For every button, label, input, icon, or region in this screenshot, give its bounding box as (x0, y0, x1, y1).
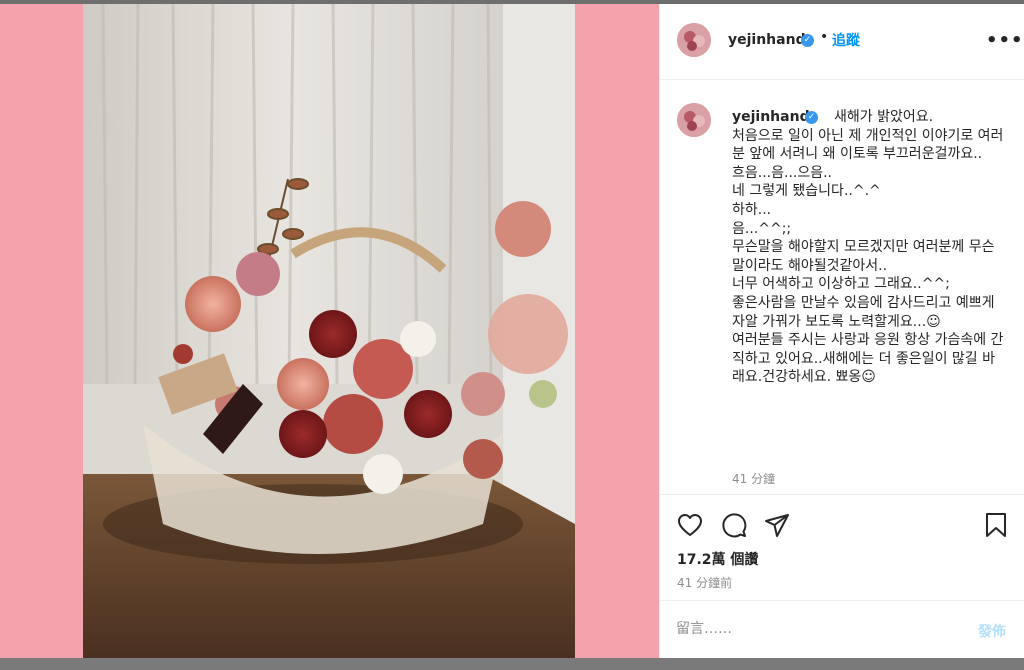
follow-button[interactable]: 追蹤 (832, 30, 860, 50)
more-options-icon[interactable]: ••• (986, 30, 1024, 51)
caption-body: 새해가 밝았어요. 처음으로 일이 아닌 제 개인적인 이야기로 여러분 앞에 … (732, 109, 1004, 386)
separator-dot: • (820, 29, 829, 45)
like-count[interactable]: 17.2萬 個讚 (677, 549, 758, 569)
caption-text: yejinhand 새해가 밝았어요. 처음으로 일이 아닌 제 개인적인 이야… (732, 108, 1004, 387)
verified-badge-icon: ✓ (801, 34, 814, 47)
post-header: yejinhand ✓ • 追蹤 ••• (660, 4, 1024, 80)
comment-bubble-icon[interactable] (720, 511, 748, 539)
avatar[interactable] (677, 23, 711, 57)
heart-icon[interactable] (676, 511, 704, 539)
caption-username[interactable]: yejinhand (732, 109, 810, 125)
paper-plane-icon[interactable] (763, 511, 791, 539)
post-photo[interactable] (83, 4, 575, 658)
post-side-panel: yejinhand ✓ • 追蹤 ••• yejinhand 새해가 밝았어요.… (659, 4, 1024, 658)
username-link[interactable]: yejinhand (728, 32, 806, 48)
caption-area: yejinhand 새해가 밝았어요. 처음으로 일이 아닌 제 개인적인 이야… (660, 81, 1024, 493)
post-timestamp[interactable]: 41 分鐘前 (677, 574, 732, 591)
caption-avatar[interactable] (677, 103, 711, 137)
bookmark-icon[interactable] (982, 511, 1010, 539)
caption-verified-badge-icon: ✓ (805, 111, 818, 124)
photo-panel (0, 4, 659, 658)
comment-box: 發佈 (660, 600, 1024, 658)
post-comment-button[interactable]: 發佈 (978, 621, 1006, 641)
caption-timestamp: 41 分鐘 (732, 472, 776, 486)
comment-input[interactable] (676, 619, 946, 639)
window-bottom-edge (0, 658, 1024, 670)
